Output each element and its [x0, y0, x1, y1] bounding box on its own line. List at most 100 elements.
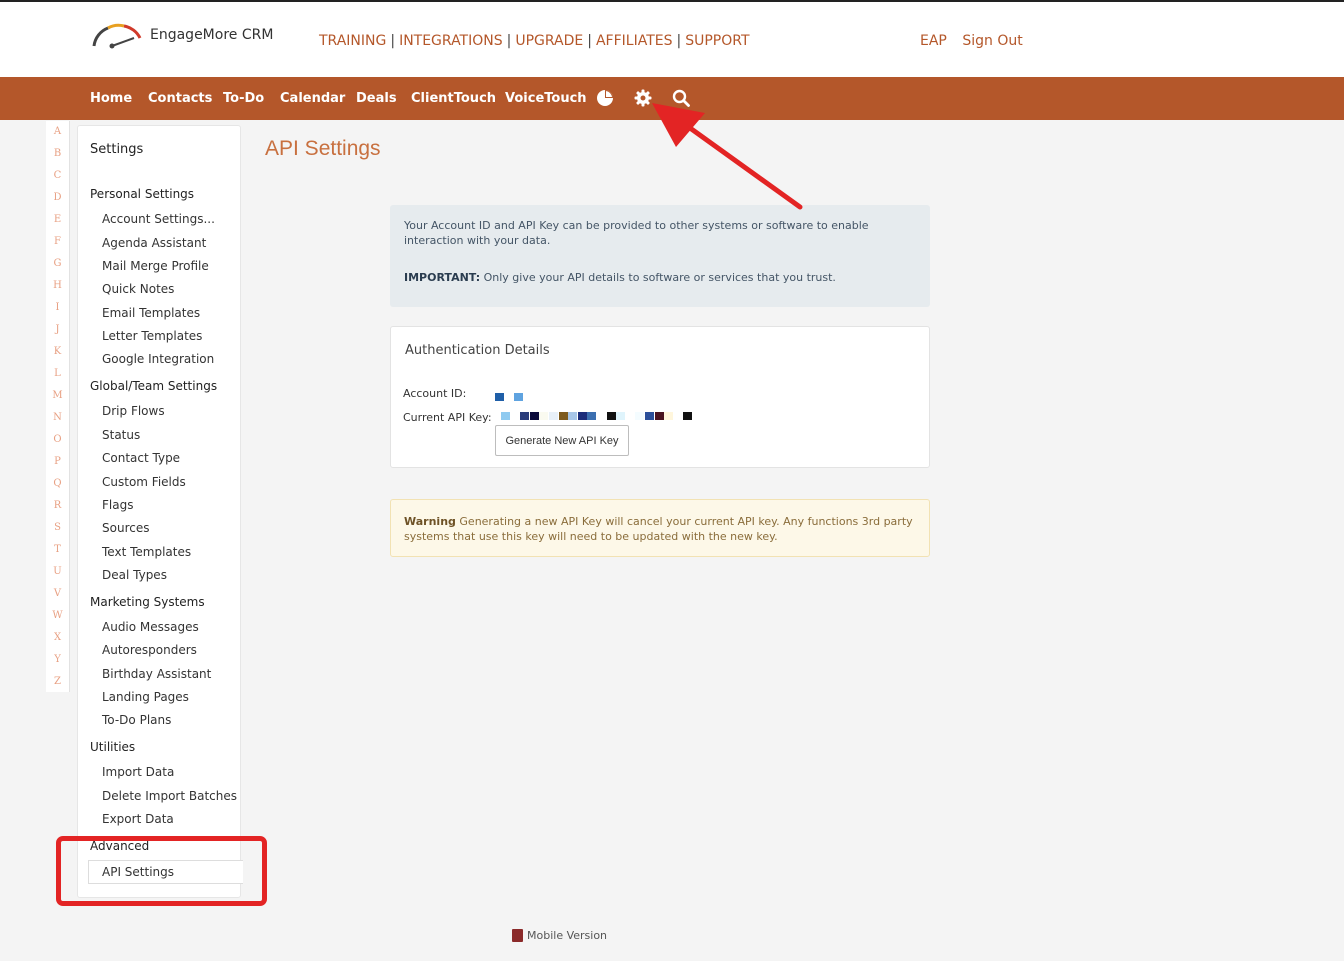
sidebar-item-google-integration[interactable]: Google Integration: [102, 352, 214, 366]
letter-y[interactable]: Y: [46, 649, 69, 671]
upgrade-link[interactable]: UPGRADE: [515, 33, 583, 49]
api-info-text: Your Account ID and API Key can be provi…: [404, 219, 869, 247]
sidebar-item-todo-plans[interactable]: To-Do Plans: [102, 713, 171, 727]
generate-api-key-button[interactable]: Generate New API Key: [495, 425, 629, 456]
letter-d[interactable]: D: [46, 187, 69, 209]
sidebar-item-autoresponders[interactable]: Autoresponders: [102, 643, 197, 657]
redacted-pixel: [558, 412, 568, 420]
nav-voicetouch[interactable]: VoiceTouch: [505, 91, 587, 106]
sidebar-item-email-templates[interactable]: Email Templates: [102, 306, 200, 320]
sidebar-item-quick-notes[interactable]: Quick Notes: [102, 282, 174, 296]
letter-e[interactable]: E: [46, 209, 69, 231]
letter-p[interactable]: P: [46, 451, 69, 473]
user-initials[interactable]: EAP: [920, 33, 947, 49]
sidebar-item-flags[interactable]: Flags: [102, 498, 133, 512]
redacted-pixel: [683, 412, 693, 420]
sidebar-item-custom-fields[interactable]: Custom Fields: [102, 475, 186, 489]
letter-l[interactable]: L: [46, 363, 69, 385]
api-info-panel: Your Account ID and API Key can be provi…: [390, 205, 930, 307]
page-title: API Settings: [265, 137, 381, 160]
letter-z[interactable]: Z: [46, 671, 69, 693]
sidebar-item-text-templates[interactable]: Text Templates: [102, 545, 191, 559]
gear-icon[interactable]: [634, 89, 652, 107]
sidebar-item-landing-pages[interactable]: Landing Pages: [102, 690, 189, 704]
brand-name: EngageMore CRM: [150, 27, 274, 43]
letter-c[interactable]: C: [46, 165, 69, 187]
warning-panel: Warning Generating a new API Key will ca…: [390, 499, 930, 557]
sidebar-item-import-data[interactable]: Import Data: [102, 765, 174, 779]
nav-calendar[interactable]: Calendar: [280, 91, 345, 106]
account-id-label: Account ID:: [403, 387, 467, 400]
letter-w[interactable]: W: [46, 605, 69, 627]
auth-title: Authentication Details: [405, 343, 550, 358]
sidebar-item-mail-merge-profile[interactable]: Mail Merge Profile: [102, 259, 209, 273]
sidebar-title: Settings: [90, 142, 144, 157]
sidebar-item-drip-flows[interactable]: Drip Flows: [102, 404, 165, 418]
mobile-version-link[interactable]: Mobile Version: [527, 929, 607, 942]
important-label: IMPORTANT:: [404, 271, 481, 284]
redacted-pixel: [514, 393, 523, 401]
main-nav: Home Contacts To-Do Calendar Deals Clien…: [0, 77, 1344, 120]
redacted-pixel: [635, 412, 645, 420]
redacted-pixel: [501, 412, 510, 420]
letter-s[interactable]: S: [46, 517, 69, 539]
nav-home[interactable]: Home: [90, 91, 132, 106]
letter-f[interactable]: F: [46, 231, 69, 253]
letter-t[interactable]: T: [46, 539, 69, 561]
letter-j[interactable]: J: [46, 319, 69, 341]
sidebar-item-deal-types[interactable]: Deal Types: [102, 568, 167, 582]
sign-out-link[interactable]: Sign Out: [962, 33, 1022, 49]
affiliates-link[interactable]: AFFILIATES: [596, 33, 673, 49]
letter-h[interactable]: H: [46, 275, 69, 297]
sidebar-item-letter-templates[interactable]: Letter Templates: [102, 329, 202, 343]
warning-label: Warning: [404, 515, 456, 528]
nav-deals[interactable]: Deals: [356, 91, 397, 106]
settings-sidebar: Settings Personal Settings Account Setti…: [77, 125, 243, 898]
letter-k[interactable]: K: [46, 341, 69, 363]
training-link[interactable]: TRAINING: [319, 33, 386, 49]
sidebar-item-sources[interactable]: Sources: [102, 521, 149, 535]
letter-g[interactable]: G: [46, 253, 69, 275]
redacted-pixel: [606, 412, 616, 420]
alphabet-filter: A B C D E F G H I J K L M N O P Q R S T …: [46, 121, 70, 692]
redacted-pixel: [495, 393, 504, 401]
letter-r[interactable]: R: [46, 495, 69, 517]
sidebar-item-agenda-assistant[interactable]: Agenda Assistant: [102, 236, 206, 250]
authentication-details-panel: Authentication Details Account ID: Curre…: [390, 326, 930, 468]
sidebar-item-audio-messages[interactable]: Audio Messages: [102, 620, 199, 634]
section-utilities: Utilities: [90, 740, 136, 754]
sidebar-item-api-settings[interactable]: API Settings: [102, 865, 174, 879]
letter-i[interactable]: I: [46, 297, 69, 319]
redacted-pixel: [654, 412, 664, 420]
letter-b[interactable]: B: [46, 143, 69, 165]
integrations-link[interactable]: INTEGRATIONS: [399, 33, 503, 49]
nav-todo[interactable]: To-Do: [223, 91, 264, 106]
letter-n[interactable]: N: [46, 407, 69, 429]
letter-m[interactable]: M: [46, 385, 69, 407]
search-icon[interactable]: [672, 89, 690, 107]
section-personal-settings: Personal Settings: [90, 187, 195, 201]
sidebar-item-delete-import-batches[interactable]: Delete Import Batches: [102, 789, 237, 803]
support-link[interactable]: SUPPORT: [685, 33, 749, 49]
redacted-pixel: [510, 412, 520, 420]
brand-logo[interactable]: EngageMore CRM: [90, 20, 273, 50]
redacted-pixel: [587, 412, 597, 420]
letter-u[interactable]: U: [46, 561, 69, 583]
pie-chart-icon[interactable]: [596, 89, 614, 107]
letter-x[interactable]: X: [46, 627, 69, 649]
letter-o[interactable]: O: [46, 429, 69, 451]
letter-a[interactable]: A: [46, 121, 69, 143]
nav-contacts[interactable]: Contacts: [148, 91, 212, 106]
sidebar-item-account-settings[interactable]: Account Settings...: [102, 212, 215, 226]
letter-q[interactable]: Q: [46, 473, 69, 495]
sidebar-item-status[interactable]: Status: [102, 428, 140, 442]
section-advanced: Advanced: [90, 839, 150, 853]
letter-v[interactable]: V: [46, 583, 69, 605]
sidebar-item-contact-type[interactable]: Contact Type: [102, 451, 180, 465]
redacted-pixel: [673, 412, 683, 420]
redacted-pixel: [597, 412, 606, 420]
sidebar-item-export-data[interactable]: Export Data: [102, 812, 174, 826]
nav-clienttouch[interactable]: ClientTouch: [411, 91, 496, 106]
important-text: Only give your API details to software o…: [480, 271, 836, 284]
sidebar-item-birthday-assistant[interactable]: Birthday Assistant: [102, 667, 211, 681]
